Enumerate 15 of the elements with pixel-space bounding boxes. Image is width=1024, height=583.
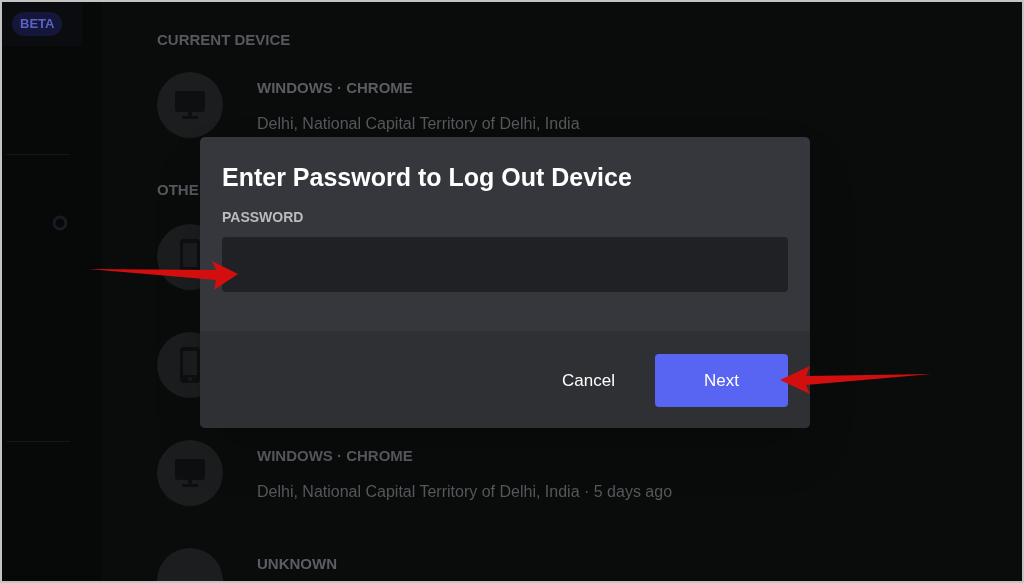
device-location: Delhi, National Capital Territory of Delhi, India [257,114,580,134]
phone-icon [179,346,201,384]
device-platform: WINDOWS · CHROME [257,446,414,466]
device-location: Delhi, National Capital Territory of Delhi, India · 5 days ago [257,482,673,502]
cancel-button[interactable]: Cancel [544,354,633,407]
beta-badge: BETA [12,12,63,36]
field-label: PASSWORD [222,208,305,227]
next-button[interactable]: Next [655,354,788,407]
section-heading: OTHE [157,180,200,200]
device-platform: WINDOWS · CHROME [257,78,414,98]
password-field[interactable] [222,237,788,292]
dialog-title: Enter Password to Log Out Device [222,162,633,193]
section-heading: CURRENT DEVICE [157,30,292,50]
ring-icon [52,215,68,231]
device-platform: UNKNOWN [257,554,337,574]
